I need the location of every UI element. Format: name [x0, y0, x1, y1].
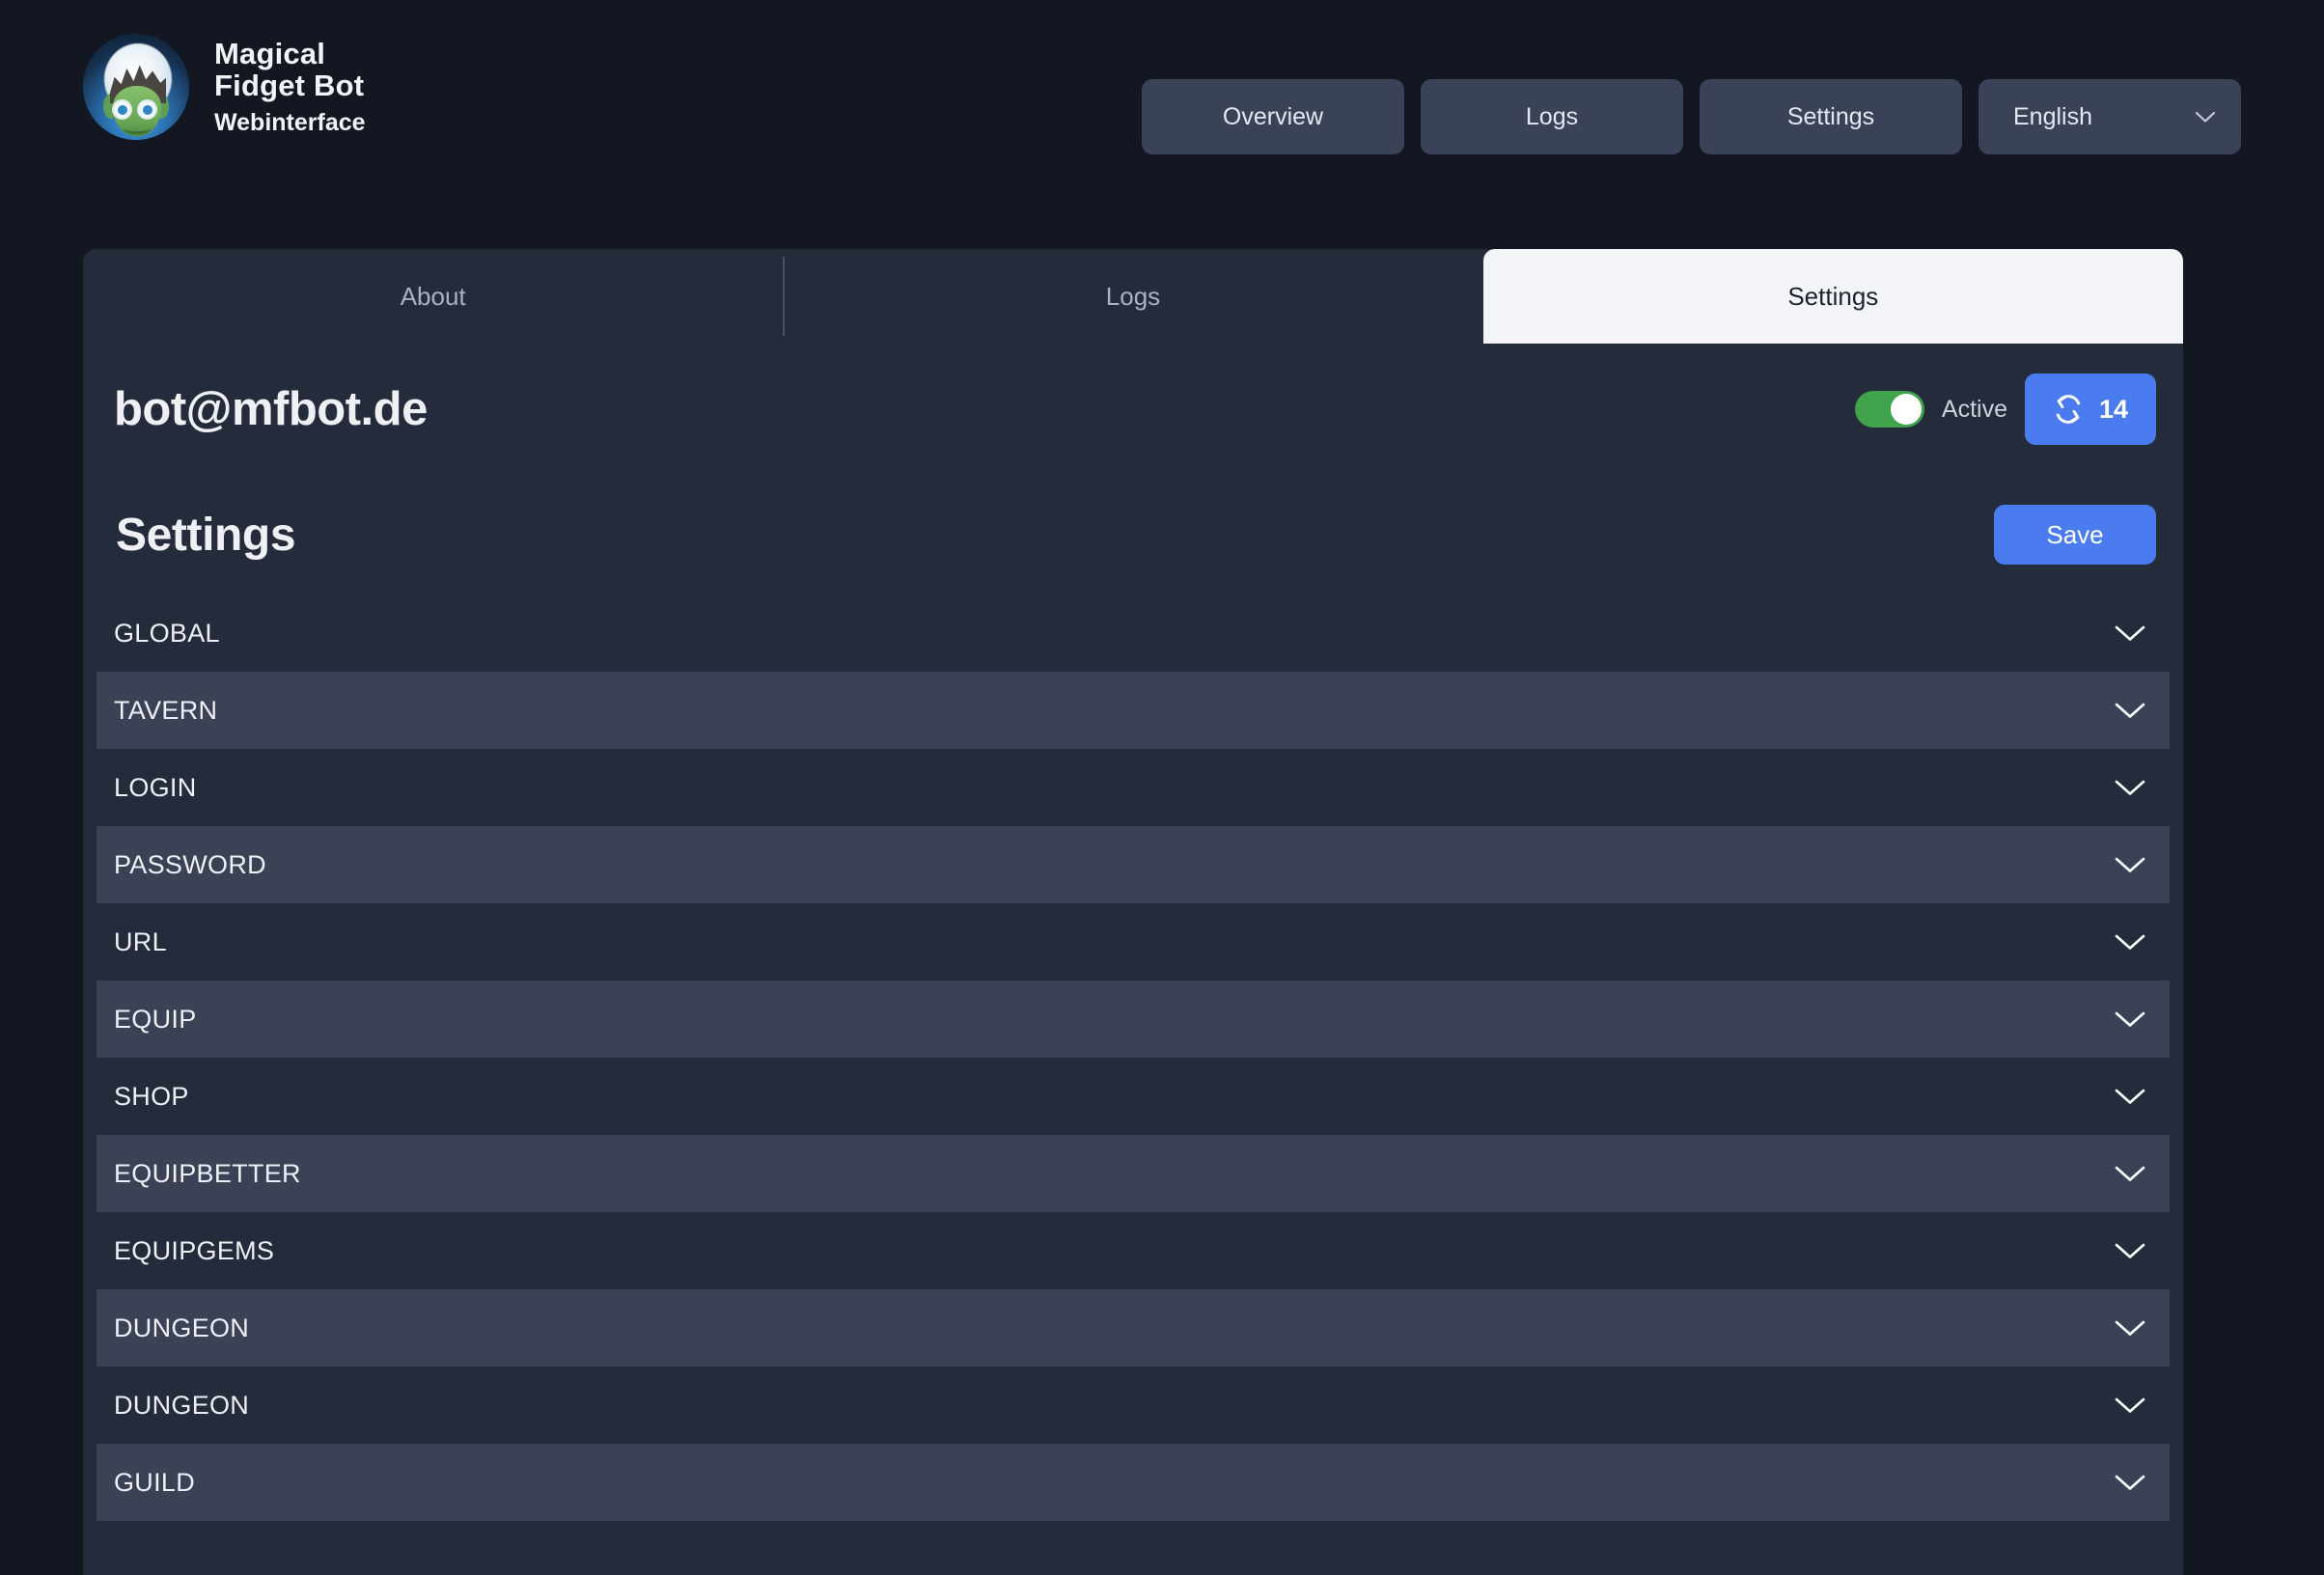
settings-section-label: DUNGEON [114, 1312, 250, 1342]
settings-section-row[interactable]: EQUIPGEMS [97, 1212, 2170, 1289]
refresh-count: 14 [2098, 394, 2129, 424]
settings-section-label: GLOBAL [114, 618, 220, 648]
tab-settings[interactable]: Settings [1482, 249, 2183, 344]
settings-section-label: TAVERN [114, 695, 218, 725]
tab-bar: About Logs Settings [83, 249, 2183, 344]
brand-name-line1: Magical [214, 37, 326, 71]
brand-subtitle: Webinterface [214, 108, 366, 136]
chevron-down-icon[interactable] [2114, 1242, 2146, 1260]
brand-name-line2: Fidget Bot [214, 68, 365, 102]
language-select-value: English [2013, 102, 2092, 130]
settings-section-row[interactable]: DUNGEON [97, 1289, 2170, 1367]
refresh-button[interactable]: 14 [2025, 373, 2156, 445]
toggle-knob [1890, 394, 1922, 425]
chevron-down-icon[interactable] [2114, 779, 2146, 797]
settings-section-label: EQUIPBETTER [114, 1158, 301, 1188]
chevron-down-icon[interactable] [2114, 1010, 2146, 1029]
chevron-down-icon [2195, 111, 2216, 123]
settings-section-label: SHOP [114, 1081, 189, 1111]
brand: Magical Fidget Bot Webinterface [83, 34, 366, 140]
settings-section-row[interactable]: GLOBAL [97, 594, 2170, 672]
chevron-down-icon[interactable] [2114, 1319, 2146, 1338]
settings-header: Settings Save [83, 475, 2183, 594]
header-nav: Overview Logs Settings English [1142, 79, 2241, 154]
settings-section-row[interactable]: URL [97, 903, 2170, 981]
active-toggle[interactable] [1854, 391, 1924, 428]
settings-section-label: PASSWORD [114, 849, 266, 879]
settings-section-row[interactable]: GUILD [97, 1444, 2170, 1521]
tab-about[interactable]: About [83, 249, 783, 344]
nav-overview-button[interactable]: Overview [1142, 79, 1404, 154]
settings-section-label: GUILD [114, 1467, 196, 1497]
page-title: Settings [116, 509, 296, 561]
settings-section-row[interactable]: EQUIPBETTER [97, 1135, 2170, 1212]
active-status-label: Active [1941, 395, 2007, 423]
chevron-down-icon[interactable] [2114, 1165, 2146, 1183]
chevron-down-icon[interactable] [2114, 1474, 2146, 1492]
settings-section-row[interactable]: EQUIP [97, 981, 2170, 1058]
settings-section-label: DUNGEON [114, 1390, 250, 1420]
card-body: bot@mfbot.de Active 14 Settings Save GLO… [83, 344, 2183, 1521]
language-select[interactable]: English [1978, 79, 2241, 154]
chevron-down-icon[interactable] [2114, 1396, 2146, 1415]
settings-accordion: GLOBAL TAVERN LOGIN PASSWORD URL EQUIP SHOP EQU… [83, 594, 2183, 1521]
nav-settings-button[interactable]: Settings [1700, 79, 1962, 154]
settings-section-row[interactable]: TAVERN [97, 672, 2170, 749]
chevron-down-icon[interactable] [2114, 933, 2146, 952]
settings-section-label: EQUIP [114, 1004, 197, 1034]
nav-logs-button[interactable]: Logs [1421, 79, 1683, 154]
settings-section-label: EQUIPGEMS [114, 1235, 275, 1265]
chevron-down-icon[interactable] [2114, 702, 2146, 720]
chevron-down-icon[interactable] [2114, 856, 2146, 874]
refresh-sync-icon [2056, 395, 2081, 424]
chevron-down-icon[interactable] [2114, 1088, 2146, 1106]
settings-section-row[interactable]: DUNGEON [97, 1367, 2170, 1444]
settings-section-label: LOGIN [114, 772, 197, 802]
settings-section-label: URL [114, 926, 167, 956]
content-card: About Logs Settings bot@mfbot.de Active [83, 249, 2183, 1575]
settings-section-row[interactable]: PASSWORD [97, 826, 2170, 903]
tab-logs[interactable]: Logs [783, 249, 1482, 344]
account-row: bot@mfbot.de Active 14 [83, 344, 2183, 475]
chevron-down-icon[interactable] [2114, 624, 2146, 643]
save-button[interactable]: Save [1994, 505, 2156, 565]
top-header: Magical Fidget Bot Webinterface Overview… [0, 0, 2324, 243]
settings-section-row[interactable]: SHOP [97, 1058, 2170, 1135]
settings-section-row[interactable]: LOGIN [97, 749, 2170, 826]
account-controls: Active 14 [1854, 373, 2156, 445]
account-email: bot@mfbot.de [114, 383, 428, 435]
bot-avatar-icon [83, 34, 189, 140]
